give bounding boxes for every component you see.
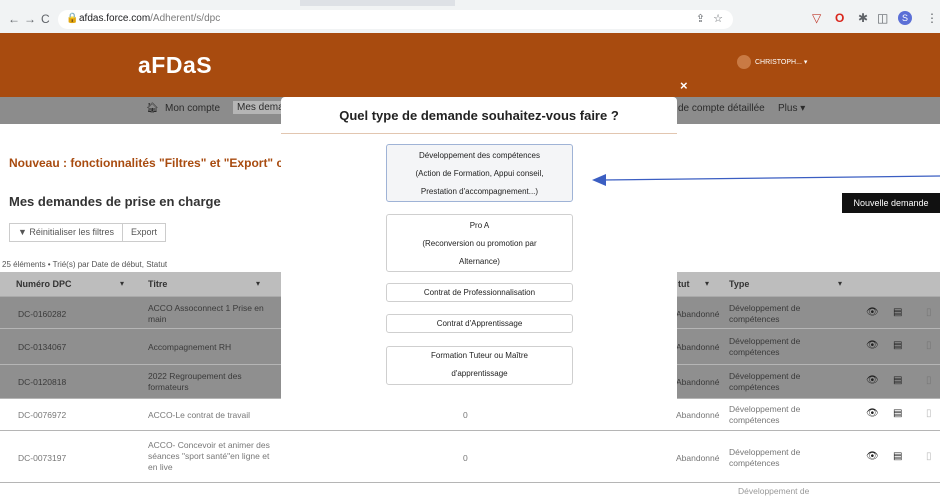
profile-avatar-icon[interactable]: S xyxy=(898,11,912,25)
divider xyxy=(281,133,677,134)
option-label: Contrat de Professionnalisation xyxy=(423,288,536,297)
option-formation-tuteur[interactable]: Formation Tuteur ou Maître d'apprentissa… xyxy=(386,346,573,385)
option-pro-a[interactable]: Pro A (Reconversion ou promotion par Alt… xyxy=(386,214,573,272)
option-label: Pro A xyxy=(469,221,490,230)
share-icon[interactable]: ⇪ xyxy=(696,12,705,25)
bookmark-star-icon[interactable]: ☆ xyxy=(713,12,723,25)
option-description: (Reconversion ou promotion par xyxy=(422,239,537,248)
forward-icon[interactable]: → xyxy=(24,12,36,26)
close-icon[interactable]: × xyxy=(680,78,688,93)
option-label: Formation Tuteur ou Maître xyxy=(431,351,528,360)
puzzle-extensions-icon[interactable]: ✱ xyxy=(858,11,868,25)
opera-extension-icon[interactable]: O xyxy=(835,11,844,25)
browser-chrome: ← → C 🔒 afdas.force.com/Adherent/s/dpc ⇪… xyxy=(0,0,940,33)
option-description: (Action de Formation, Appui conseil, xyxy=(415,169,544,178)
option-description: Alternance) xyxy=(459,257,500,266)
option-contrat-apprentissage[interactable]: Contrat d'Apprentissage xyxy=(386,314,573,333)
reload-icon[interactable]: C xyxy=(41,12,50,26)
lock-icon: 🔒 xyxy=(66,13,79,24)
modal-title: Quel type de demande souhaitez-vous fair… xyxy=(339,108,619,123)
address-bar[interactable]: 🔒 afdas.force.com/Adherent/s/dpc ⇪ ☆ xyxy=(58,10,733,29)
menu-icon[interactable]: ⋮ xyxy=(926,11,938,25)
annotation-arrow xyxy=(592,174,940,186)
option-description: Prestation d'accompagnement...) xyxy=(420,187,539,196)
option-label: Contrat d'Apprentissage xyxy=(436,319,523,328)
sidepanel-icon[interactable]: ◫ xyxy=(877,11,888,25)
option-contrat-professionnalisation[interactable]: Contrat de Professionnalisation xyxy=(386,283,573,302)
option-developpement-competences[interactable]: Développement des compétences (Action de… xyxy=(386,144,573,202)
option-label: Développement des compétences xyxy=(419,151,540,160)
option-label: d'apprentissage xyxy=(451,369,508,378)
tab-strip xyxy=(0,0,940,6)
request-type-modal: Quel type de demande souhaitez-vous fair… xyxy=(281,97,677,407)
extension-icon[interactable]: ▽ xyxy=(812,11,821,25)
url-text: afdas.force.com/Adherent/s/dpc xyxy=(79,13,221,24)
back-icon[interactable]: ← xyxy=(8,12,20,26)
